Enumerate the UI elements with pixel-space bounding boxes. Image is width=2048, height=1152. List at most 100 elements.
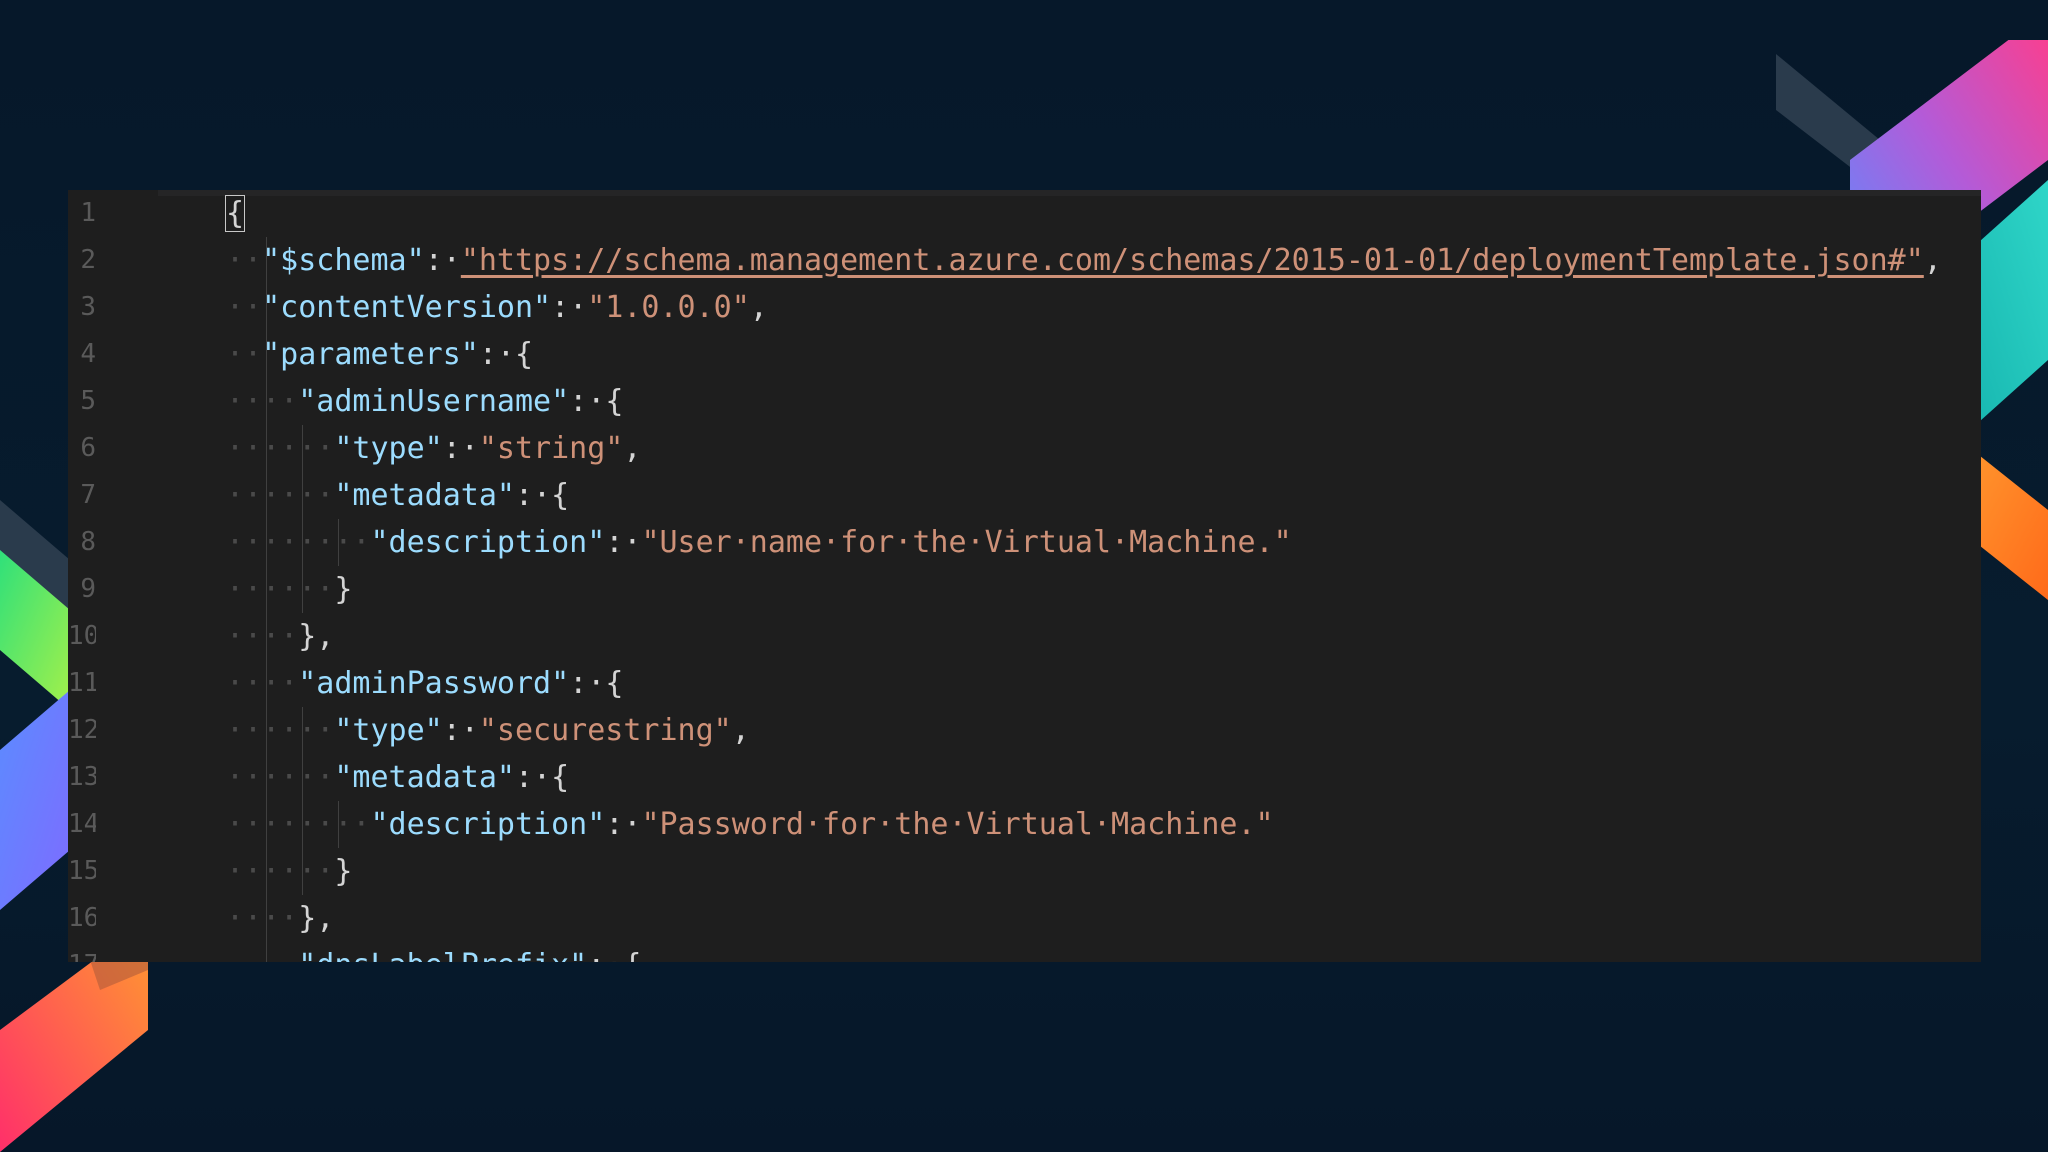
code-line: ······"type":·"string", — [226, 425, 641, 472]
code-indent: ······ — [226, 713, 335, 748]
line-number: 12 — [68, 715, 96, 745]
json-key: "contentVersion" — [262, 290, 552, 325]
code-line: ······} — [226, 848, 352, 895]
code-indent: ···· — [226, 901, 299, 936]
line-number: 7 — [80, 480, 96, 510]
code-indent: ······ — [226, 760, 335, 795]
code-indent: ······ — [226, 572, 335, 607]
line-number: 2 — [80, 245, 96, 275]
json-punctuation: { — [623, 948, 641, 962]
json-separator: :· — [605, 807, 642, 842]
slide-background: 1234567891011121314151617 {··"$schema":·… — [0, 0, 2048, 1152]
line-number-gutter: 1234567891011121314151617 — [68, 190, 158, 962]
code-line: { — [224, 190, 246, 237]
json-value: "User·name·for·the·Virtual·Machine." — [641, 525, 1292, 560]
json-punctuation: } — [334, 854, 353, 889]
code-indent: ········ — [226, 807, 371, 842]
json-value: "string" — [478, 431, 624, 466]
code-indent: ······ — [226, 854, 335, 889]
json-key: "metadata" — [334, 478, 515, 513]
json-separator: :· — [442, 431, 479, 466]
line-number: 6 — [80, 433, 96, 463]
code-indent: ······ — [226, 478, 335, 513]
json-punctuation: , — [731, 713, 750, 748]
line-number: 5 — [80, 386, 96, 416]
line-number: 9 — [80, 574, 96, 604]
line-number: 1 — [80, 198, 96, 228]
code-indent: ······ — [226, 431, 335, 466]
json-key: "adminPassword" — [298, 666, 570, 701]
json-key: "parameters" — [262, 337, 479, 372]
json-key: "dnsLabelPrefix" — [298, 948, 587, 962]
json-key: "description" — [370, 525, 606, 560]
json-punctuation: { — [605, 666, 624, 701]
json-punctuation: }, — [298, 619, 335, 654]
code-line: ··"parameters":·{ — [226, 331, 533, 378]
json-punctuation: , — [623, 431, 642, 466]
code-indent: ···· — [226, 948, 298, 962]
json-punctuation: }, — [298, 901, 335, 936]
line-number: 8 — [80, 527, 96, 557]
json-separator: :· — [569, 384, 606, 419]
indent-guide — [302, 425, 304, 613]
line-number: 15 — [68, 856, 96, 886]
code-indent: ·· — [226, 337, 263, 372]
json-key: "metadata" — [334, 760, 515, 795]
json-value[interactable]: "https://schema.management.azure.com/sch… — [461, 243, 1924, 278]
code-line: ····"adminPassword":·{ — [226, 660, 623, 707]
json-punctuation: } — [334, 572, 353, 607]
line-number: 17 — [68, 942, 96, 962]
json-separator: :· — [605, 525, 642, 560]
code-indent: ·· — [226, 243, 263, 278]
json-punctuation: { — [551, 478, 570, 513]
json-punctuation: { — [605, 384, 624, 419]
code-line: ····}, — [226, 895, 334, 942]
json-punctuation: , — [1923, 243, 1942, 278]
json-punctuation: , — [749, 290, 768, 325]
code-indent: ···· — [226, 384, 299, 419]
code-line: ········"description":·"User·name·for·th… — [226, 519, 1292, 566]
json-separator: :· — [587, 948, 623, 962]
json-separator: :· — [442, 713, 479, 748]
json-separator: :· — [551, 290, 588, 325]
code-line: ··"$schema":·"https://schema.management.… — [226, 237, 1942, 284]
json-key: "$schema" — [262, 243, 425, 278]
line-number: 4 — [80, 339, 96, 369]
code-indent: ···· — [226, 666, 299, 701]
line-number: 3 — [80, 292, 96, 322]
json-value: "1.0.0.0" — [587, 290, 750, 325]
line-number: 11 — [68, 668, 96, 698]
line-number: 14 — [68, 809, 96, 839]
code-line: ····}, — [226, 613, 334, 660]
json-punctuation: { — [515, 337, 534, 372]
json-separator: :· — [424, 243, 461, 278]
code-line: ······} — [226, 566, 352, 613]
code-line: ····"adminUsername":·{ — [226, 378, 623, 425]
json-punctuation: { — [224, 195, 246, 232]
code-editor[interactable]: 1234567891011121314151617 {··"$schema":·… — [68, 190, 1981, 962]
indent-guide — [338, 519, 340, 566]
code-indent: ········ — [226, 525, 371, 560]
json-separator: :· — [515, 760, 552, 795]
indent-guide — [338, 801, 340, 848]
code-line: ····"dnsLabelPrefix":·{ — [226, 942, 641, 962]
json-key: "type" — [334, 431, 443, 466]
line-number: 10 — [68, 621, 96, 651]
json-punctuation: { — [551, 760, 570, 795]
json-separator: :· — [515, 478, 552, 513]
code-line: ··"contentVersion":·"1.0.0.0", — [226, 284, 768, 331]
code-line: ······"metadata":·{ — [226, 754, 569, 801]
json-key: "adminUsername" — [298, 384, 570, 419]
json-separator: :· — [569, 666, 606, 701]
code-line: ······"type":·"securestring", — [226, 707, 750, 754]
line-number: 13 — [68, 762, 96, 792]
indent-guide — [266, 237, 268, 962]
code-line: ······"metadata":·{ — [226, 472, 569, 519]
line-number: 16 — [68, 903, 96, 933]
json-key: "type" — [334, 713, 443, 748]
indent-guide — [302, 707, 304, 895]
json-value: "securestring" — [478, 713, 732, 748]
code-area[interactable]: {··"$schema":·"https://schema.management… — [158, 190, 1981, 962]
json-value: "Password·for·the·Virtual·Machine." — [641, 807, 1274, 842]
code-indent: ·· — [226, 290, 263, 325]
